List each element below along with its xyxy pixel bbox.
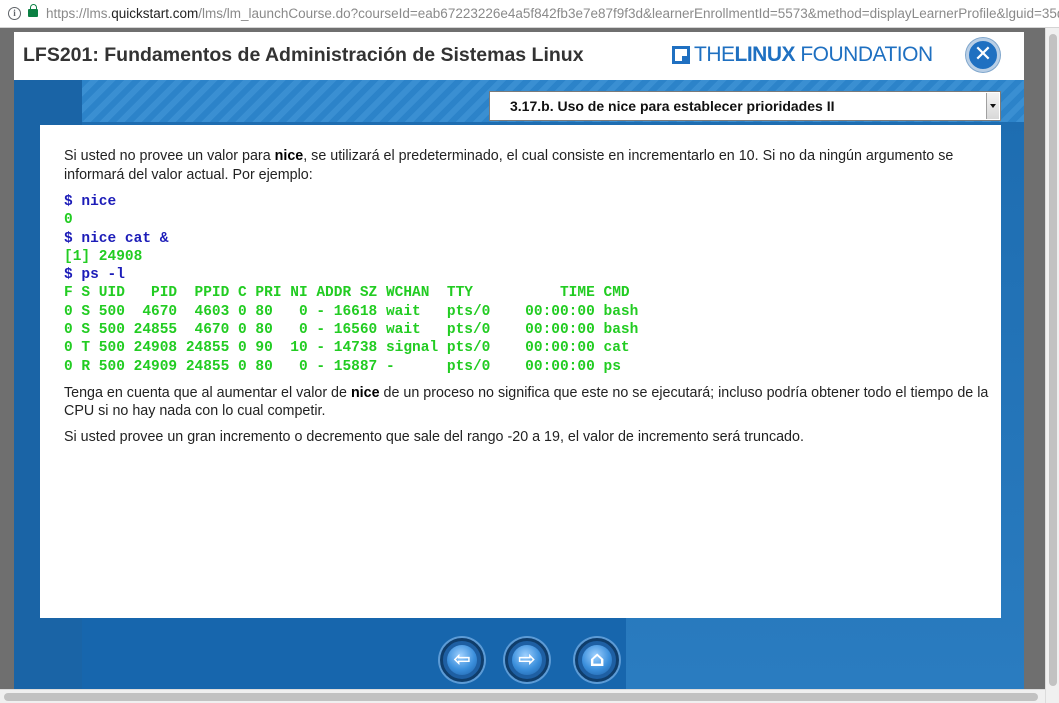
code-output-line: [1] 24908 [64,248,143,265]
lock-icon [28,4,38,17]
logo-square-icon [672,46,690,64]
url-prefix: https://lms. [46,6,112,21]
code-output-line: 0 R 500 24909 24855 0 80 0 - 15887 - pts… [64,358,621,375]
next-button[interactable]: ⇨ [505,638,549,682]
code-output-line: 0 S 500 4670 4603 0 80 0 - 16618 wait pt… [64,303,639,320]
url-host: quickstart.com [111,6,199,21]
vertical-scroll-thumb[interactable] [1049,34,1057,686]
logo-text: THELINUX FOUNDATION [694,43,933,66]
paragraph-range: Si usted provee un gran incremento o dec… [64,428,804,445]
linux-foundation-logo: THELINUX FOUNDATION [672,43,933,67]
code-command-line: $ nice cat & [64,230,169,247]
horizontal-scrollbar[interactable] [0,689,1045,703]
close-course-button[interactable]: ✕ [966,38,1000,72]
url-text[interactable]: https://lms.quickstart.com/lms/lm_launch… [46,6,1059,21]
arrow-right-icon: ⇨ [512,645,542,675]
info-icon[interactable]: i [8,7,21,20]
topic-dropdown-value: 3.17.b. Uso de nice para establecer prio… [510,98,835,114]
code-command-line: $ ps -l [64,267,125,284]
paragraph-intro: Si usted no provee un valor para nice, s… [64,148,954,183]
lesson-text: Si usted no provee un valor para nice, s… [64,147,994,453]
chevron-down-icon[interactable] [986,93,999,119]
code-command-line: $ nice [64,194,117,210]
address-bar[interactable]: i https://lms.quickstart.com/lms/lm_laun… [0,0,1059,28]
paragraph-note: Tenga en cuenta que al aumentar el valor… [64,384,989,420]
url-path: /lms/lm_launchCourse.do?courseId=eab6722… [198,6,1059,21]
code-output-line: 0 S 500 24855 4670 0 80 0 - 16560 wait p… [64,322,639,339]
code-output-line: F S UID PID PPID C PRI NI ADDR SZ WCHAN … [64,285,630,302]
close-icon: ✕ [973,42,993,67]
previous-button[interactable]: ⇦ [440,638,484,682]
arrow-left-icon: ⇦ [447,645,477,675]
lesson-stage: 3.17.b. Uso de nice para establecer prio… [14,80,1024,689]
home-icon: ⌂ [582,645,612,675]
code-output-line: 0 [64,212,73,229]
code-example: $ nice 0 $ nice cat & [1] 24908 $ ps -l F S U… [64,193,994,376]
horizontal-scroll-thumb[interactable] [4,693,1038,701]
course-title: LFS201: Fundamentos de Administración de… [23,44,584,66]
code-output-line: 0 T 500 24908 24855 0 90 10 - 14738 sign… [64,340,630,357]
vertical-scrollbar[interactable] [1045,28,1059,703]
lesson-content-panel: Si usted no provee un valor para nice, s… [40,125,1001,618]
course-frame: LFS201: Fundamentos de Administración de… [0,28,1059,703]
topic-dropdown[interactable]: 3.17.b. Uso de nice para establecer prio… [489,91,1001,121]
course-window: LFS201: Fundamentos de Administración de… [14,32,1024,689]
course-header: LFS201: Fundamentos de Administración de… [14,32,1024,80]
home-button[interactable]: ⌂ [575,638,619,682]
